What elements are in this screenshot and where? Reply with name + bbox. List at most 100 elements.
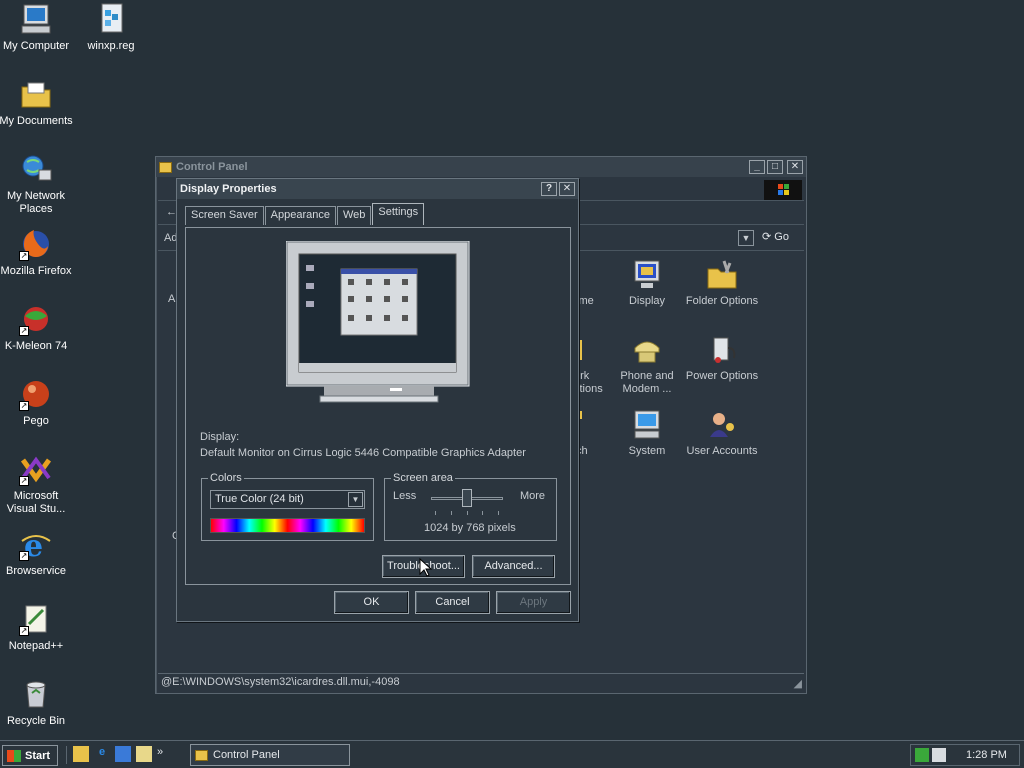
ok-button[interactable]: OK [334, 591, 409, 614]
cp-item-phone-modem[interactable]: Phone and Modem ... [607, 334, 687, 396]
phone-icon [631, 334, 663, 366]
cp-item-user-accounts[interactable]: User Accounts [682, 409, 762, 458]
mouse-cursor-icon [419, 558, 433, 577]
taskbar-button-label: Control Panel [213, 749, 280, 761]
colors-select[interactable]: True Color (24 bit) ▼ [210, 490, 365, 509]
tab-screen-saver[interactable]: Screen Saver [185, 206, 264, 225]
display-properties-dialog[interactable]: Display Properties ? ✕ Screen Saver Appe… [176, 178, 579, 622]
shortcut-arrow-icon: ↗ [19, 626, 29, 636]
cp-item-label: System [628, 445, 666, 457]
advanced-button[interactable]: Advanced... [472, 555, 555, 578]
desktop-icon-label: My Documents [0, 115, 73, 127]
display-adapter-value: Default Monitor on Cirrus Logic 5446 Com… [200, 447, 526, 459]
dialog-title: Display Properties [180, 183, 277, 195]
desktop-icon-browservice[interactable]: e ↗ Browservice [0, 527, 74, 578]
quick-launch-chevron-icon[interactable]: » [157, 746, 163, 764]
desktop-icon-visual-studio[interactable]: ↗ Microsoft Visual Stu... [0, 452, 74, 516]
help-button[interactable]: ? [541, 182, 557, 196]
monitor-icon [285, 240, 470, 403]
resolution-value: 1024 by 768 pixels [424, 522, 516, 534]
shortcut-arrow-icon: ↗ [19, 326, 29, 336]
desktop-icon-label: My Network Places [6, 190, 66, 215]
control-panel-icon [159, 161, 172, 173]
dialog-titlebar[interactable]: Display Properties ? ✕ [177, 179, 578, 199]
recycle-bin-icon [19, 677, 53, 711]
address-dropdown-button[interactable]: ▼ [738, 230, 754, 246]
system-icon [631, 409, 663, 441]
desktop-icon-label: Microsoft Visual Stu... [6, 490, 66, 515]
cancel-button[interactable]: Cancel [415, 591, 490, 614]
monitor-preview [285, 240, 474, 411]
notepad-icon: ↗ [19, 602, 53, 636]
cp-item-display[interactable]: Display [607, 259, 687, 308]
color-spectrum-bar [210, 518, 365, 533]
close-button[interactable]: ✕ [559, 182, 575, 196]
resize-grip-icon[interactable]: ◢ [794, 677, 802, 690]
desktop-icon-notepad-plus[interactable]: ↗ Notepad++ [0, 602, 74, 653]
go-button[interactable]: ⟳ Go [762, 230, 800, 248]
start-button[interactable]: Start [2, 745, 58, 766]
show-desktop-icon[interactable] [73, 746, 89, 762]
desktop-icon-firefox[interactable]: ↗ Mozilla Firefox [0, 227, 74, 278]
tray-network-icon[interactable] [915, 748, 929, 762]
cp-item-system[interactable]: System [607, 409, 687, 458]
minimize-button[interactable]: _ [749, 160, 765, 174]
cp-item-folder-options[interactable]: Folder Options [682, 259, 762, 308]
outlook-icon[interactable] [115, 746, 131, 762]
resolution-slider[interactable] [431, 489, 503, 515]
shortcut-arrow-icon: ↗ [19, 551, 29, 561]
taskbar-button-control-panel[interactable]: Control Panel [190, 744, 350, 766]
tray-display-icon[interactable] [932, 748, 946, 762]
search-icon[interactable] [136, 746, 152, 762]
ie-icon[interactable]: e [94, 746, 110, 762]
settings-panel: Display: Default Monitor on Cirrus Logic… [185, 227, 571, 585]
desktop-icon-my-network[interactable]: My Network Places [0, 152, 74, 216]
desktop-icon-my-documents[interactable]: My Documents [0, 77, 74, 128]
colors-group: Colors True Color (24 bit) ▼ [201, 472, 374, 541]
desktop-icon-my-computer[interactable]: My Computer [0, 2, 74, 53]
go-label: Go [774, 231, 789, 243]
registry-file-icon [94, 2, 128, 36]
display-label: Display: [200, 431, 240, 443]
desktop-icon-winxp-reg[interactable]: winxp.reg [73, 2, 149, 53]
windows-logo-icon [764, 180, 802, 200]
folder-icon [19, 77, 53, 111]
system-tray: 1:28 PM [910, 744, 1020, 766]
slider-thumb[interactable] [462, 489, 472, 507]
desktop-icon-kmeleon[interactable]: ↗ K-Meleon 74 [0, 302, 74, 353]
go-arrow-icon: ⟳ [762, 231, 772, 243]
desktop-icon-label: Pego [23, 415, 49, 427]
cp-item-label: User Accounts [686, 445, 758, 457]
cp-item-label: Power Options [685, 370, 759, 382]
tab-web[interactable]: Web [336, 206, 372, 225]
screen-area-group: Screen area Less More 1024 by 768 pixels [384, 472, 557, 541]
pego-icon: ↗ [19, 377, 53, 411]
control-panel-icon [195, 749, 208, 761]
desktop-icon-pego[interactable]: ↗ Pego [0, 377, 74, 428]
cp-item-power-options[interactable]: Power Options [682, 334, 762, 383]
display-icon [631, 259, 663, 291]
desktop-icon-label: Recycle Bin [6, 715, 66, 727]
windows-flag-icon [7, 749, 21, 762]
desktop-icon-recycle-bin[interactable]: Recycle Bin [0, 677, 74, 728]
colors-legend: Colors [208, 472, 244, 484]
close-button[interactable]: ✕ [787, 160, 803, 174]
power-options-icon [706, 334, 738, 366]
shortcut-arrow-icon: ↗ [19, 251, 29, 261]
maximize-button[interactable]: □ [767, 160, 783, 174]
cp-item-label: Folder Options [685, 295, 759, 307]
shortcut-arrow-icon: ↗ [19, 401, 29, 411]
apply-button[interactable]: Apply [496, 591, 571, 614]
chevron-down-icon[interactable]: ▼ [348, 492, 363, 507]
cp-item-label: ork ctions [574, 370, 603, 395]
desktop-icon-label: winxp.reg [87, 40, 135, 52]
colors-select-value: True Color (24 bit) [215, 493, 304, 505]
start-label: Start [25, 749, 51, 762]
window-title: Control Panel [176, 161, 248, 173]
clock[interactable]: 1:28 PM [966, 749, 1007, 761]
tab-settings[interactable]: Settings [372, 203, 425, 225]
taskbar: Start e » Control Panel 1:28 PM [0, 740, 1024, 768]
tab-appearance[interactable]: Appearance [264, 206, 336, 225]
control-panel-titlebar[interactable]: Control Panel _ □ ✕ [156, 157, 806, 177]
network-icon [19, 152, 53, 186]
